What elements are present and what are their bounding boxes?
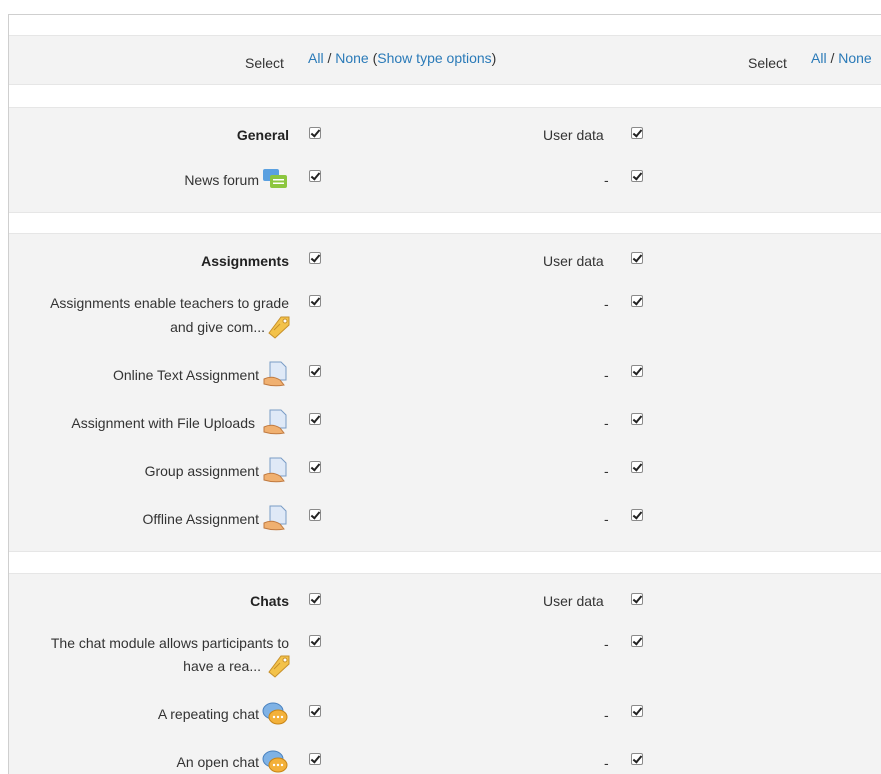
news-forum-label: News forum [184,172,259,188]
assignment-module-desc-line2: and give com... [170,319,265,335]
select-label: Select [245,55,284,71]
file-uploads-user-data-dash: - [604,415,609,431]
assignments-user-data-checkbox[interactable] [631,252,643,264]
assignment-module-user-data-dash: - [604,296,609,312]
news-forum-user-data-dash: - [604,172,609,188]
online-text-assignment-checkbox[interactable] [309,365,321,377]
file-uploads-assignment-label: Assignment with File Uploads [71,415,255,431]
repeating-chat-user-data-dash: - [604,707,609,723]
select-label-right: Select [748,55,787,71]
assignments-checkbox[interactable] [309,252,321,264]
select-none-link[interactable]: None [335,50,368,66]
open-chat-user-data-checkbox[interactable] [631,753,643,765]
general-user-data-checkbox[interactable] [631,127,643,139]
news-forum-user-data-checkbox[interactable] [631,170,643,182]
offline-assignment-user-data-checkbox[interactable] [631,509,643,521]
assignment-icon [263,361,287,387]
slash-separator: / [327,50,332,66]
select-links-right: All / None [811,50,872,66]
chat-module-user-data-checkbox[interactable] [631,635,643,647]
chat-module-desc-line1: The chat module allows participants to [50,635,289,651]
open-chat-checkbox[interactable] [309,753,321,765]
assignment-icon [263,409,287,435]
tag-icon [268,655,290,678]
assignment-module-user-data-checkbox[interactable] [631,295,643,307]
news-forum-checkbox[interactable] [309,170,321,182]
chat-module-checkbox[interactable] [309,635,321,647]
section-title-assignments: Assignments [201,253,289,269]
group-assignment-label: Group assignment [144,463,259,479]
tag-icon [268,316,290,339]
open-chat-user-data-dash: - [604,755,609,771]
chat-icon [262,750,288,773]
section-title-chats: Chats [250,593,289,609]
chat-module-desc-line2: have a rea... [183,658,261,674]
general-user-data-label: User data [543,127,604,143]
select-links: All / None (Show type options) [308,50,496,66]
general-checkbox[interactable] [309,127,321,139]
section-assignments [9,233,881,552]
online-text-assignment-label: Online Text Assignment [112,367,259,383]
chats-user-data-label: User data [543,593,604,609]
group-assignment-user-data-dash: - [604,463,609,479]
offline-assignment-label: Offline Assignment [142,511,259,527]
chats-checkbox[interactable] [309,593,321,605]
offline-assignment-user-data-dash: - [604,511,609,527]
file-uploads-user-data-checkbox[interactable] [631,413,643,425]
slash-separator-right: / [830,50,835,66]
chats-user-data-checkbox[interactable] [631,593,643,605]
online-text-user-data-dash: - [604,367,609,383]
paren-close: ) [491,50,497,66]
select-all-link-right[interactable]: All [811,50,827,66]
forum-icon [263,169,287,188]
assignment-icon [263,505,287,531]
select-none-link-right[interactable]: None [838,50,871,66]
group-assignment-checkbox[interactable] [309,461,321,473]
assignment-module-desc-line1: Assignments enable teachers to grade [50,295,289,311]
file-uploads-assignment-checkbox[interactable] [309,413,321,425]
online-text-user-data-checkbox[interactable] [631,365,643,377]
section-title-general: General [236,127,289,143]
assignment-module-checkbox[interactable] [309,295,321,307]
select-all-link[interactable]: All [308,50,324,66]
assignments-user-data-label: User data [543,253,604,269]
repeating-chat-checkbox[interactable] [309,705,321,717]
chat-module-user-data-dash: - [604,636,609,652]
chat-icon [262,702,288,725]
assignment-icon [263,457,287,483]
reset-course-form: Select All / None (Show type options) Se… [8,14,881,774]
repeating-chat-user-data-checkbox[interactable] [631,705,643,717]
section-general [9,107,881,213]
group-assignment-user-data-checkbox[interactable] [631,461,643,473]
repeating-chat-label: A repeating chat [157,706,259,722]
show-type-options-link[interactable]: Show type options [377,50,491,66]
offline-assignment-checkbox[interactable] [309,509,321,521]
open-chat-label: An open chat [176,754,259,770]
